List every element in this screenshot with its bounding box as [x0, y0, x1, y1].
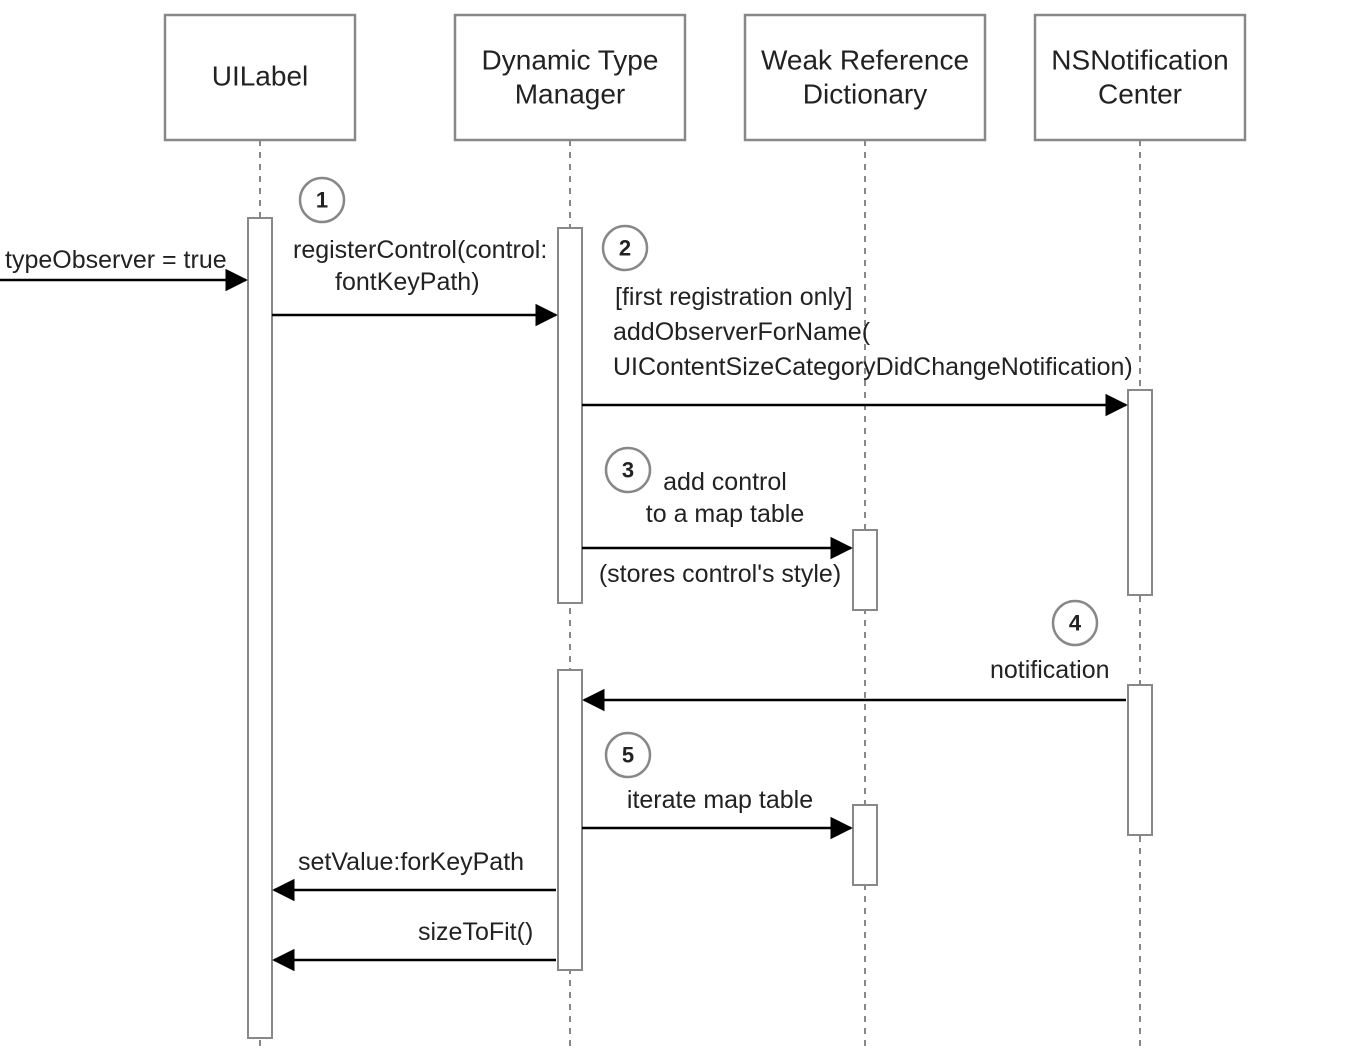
activation-wrd-1 [853, 530, 877, 610]
step-badge-4-label: 4 [1069, 611, 1082, 636]
step-badge-5-label: 5 [622, 743, 634, 768]
step-badge-2-label: 2 [619, 236, 631, 261]
participant-nsnotification-center: NSNotification Center [1035, 15, 1245, 140]
message-setvalue-label: setValue:forKeyPath [298, 848, 524, 876]
participant-weak-reference-dictionary: Weak Reference Dictionary [745, 15, 985, 140]
message-add-control-l2: to a map table [646, 500, 804, 528]
participant-uilabel: UILabel [165, 15, 355, 140]
message-add-observer-l1: [first registration only] [615, 283, 853, 311]
participant-dtm-label-2: Manager [515, 78, 626, 109]
message-notification-label: notification [990, 656, 1110, 684]
step-badge-5: 5 [606, 733, 650, 777]
message-add-observer-l3: UIContentSizeCategoryDidChangeNotificati… [613, 353, 1133, 381]
message-external-label: typeObserver = true [5, 246, 227, 274]
activation-uilabel [248, 218, 272, 1038]
step-badge-4: 4 [1053, 601, 1097, 645]
participant-wrd-label-1: Weak Reference [761, 44, 969, 75]
participant-dynamic-type-manager: Dynamic Type Manager [455, 15, 685, 140]
activation-nsc-1 [1128, 390, 1152, 595]
participant-dtm-label-1: Dynamic Type [482, 44, 659, 75]
sequence-diagram: UILabel Dynamic Type Manager Weak Refere… [0, 0, 1355, 1050]
message-sizetofit-label: sizeToFit() [418, 918, 533, 946]
activation-wrd-2 [853, 805, 877, 885]
message-add-control-l3: (stores control's style) [599, 560, 841, 588]
message-add-control-l1: add control [663, 468, 787, 496]
activation-dtm-2 [558, 670, 582, 970]
step-badge-2: 2 [603, 226, 647, 270]
message-register-control-l1: registerControl(control: [293, 236, 547, 264]
message-iterate-label: iterate map table [627, 786, 813, 814]
participant-nsc-label-2: Center [1098, 78, 1182, 109]
message-register-control-l2: fontKeyPath) [335, 268, 480, 296]
participant-wrd-label-2: Dictionary [803, 78, 927, 109]
step-badge-3-label: 3 [622, 458, 634, 483]
activation-dtm-1 [558, 228, 582, 603]
step-badge-3: 3 [606, 448, 650, 492]
participant-uilabel-label: UILabel [212, 60, 309, 91]
activation-nsc-2 [1128, 685, 1152, 835]
participant-nsc-label-1: NSNotification [1051, 44, 1228, 75]
message-add-observer-l2: addObserverForName( [613, 318, 871, 346]
step-badge-1-label: 1 [316, 188, 328, 213]
step-badge-1: 1 [300, 178, 344, 222]
